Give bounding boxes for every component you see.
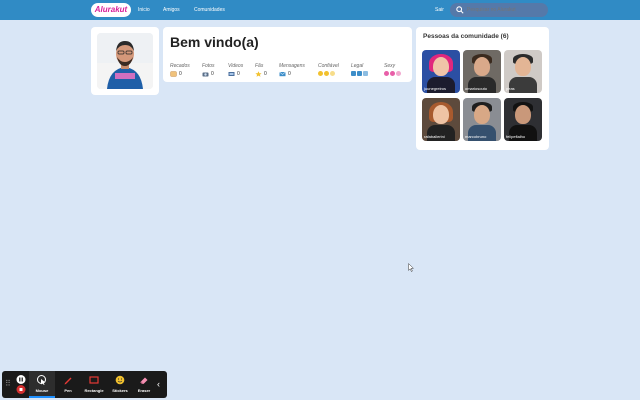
profile-photo-icon	[97, 33, 153, 89]
search-input[interactable]	[467, 5, 545, 15]
member-card[interactable]: rafaballerini	[422, 98, 460, 141]
alurakut-logo[interactable]: Alurakut	[91, 3, 131, 17]
member-name: omariosouto	[465, 86, 488, 91]
member-name: felipefialho	[506, 134, 526, 139]
member-name: marcobruno	[465, 134, 487, 139]
mouse-pointer-icon	[37, 375, 46, 385]
annotation-toolbar: ⠿ Mouse Pen Rectangle Stickers Eraser ‹	[2, 371, 167, 398]
mail-icon	[279, 71, 286, 76]
member-card[interactable]: felipefialho	[504, 98, 542, 141]
pen-icon	[64, 377, 72, 385]
tool-label: Mouse	[35, 388, 49, 393]
pause-record-icon[interactable]	[16, 374, 26, 395]
stat-value: 0	[264, 70, 267, 77]
nav-link-inicio[interactable]: Inicio	[138, 6, 150, 14]
search-box[interactable]	[450, 3, 548, 17]
profile-avatar[interactable]	[97, 33, 153, 89]
member-card[interactable]: omariosouto	[463, 50, 501, 93]
drag-handle-icon[interactable]: ⠿	[5, 379, 11, 389]
tool-eraser[interactable]: Eraser	[131, 371, 157, 398]
stat-label: Mensagens	[279, 63, 305, 69]
profile-card	[91, 27, 159, 95]
sticker-icon	[115, 375, 125, 385]
tool-rectangle[interactable]: Rectangle	[81, 371, 107, 398]
member-card[interactable]: marcobruno	[463, 98, 501, 141]
logout-link[interactable]: Sair	[435, 6, 444, 14]
top-navbar: Alurakut Inicio Amigos Comunidades Sair	[0, 0, 640, 20]
search-icon	[456, 6, 464, 14]
stat-value: 0	[211, 70, 214, 77]
video-icon	[228, 71, 235, 76]
member-card[interactable]: juunegreiros	[422, 50, 460, 93]
stat-value: 0	[179, 70, 182, 77]
community-title: Pessoas da comunidade (6)	[423, 33, 509, 40]
collapse-toolbar-icon[interactable]: ‹	[157, 378, 160, 390]
stat-value: 0	[288, 70, 291, 77]
tool-label: Rectangle	[84, 388, 104, 393]
member-name: juunegreiros	[424, 86, 447, 91]
message-icon	[170, 70, 177, 77]
star-icon	[255, 70, 262, 77]
tool-label: Pen	[64, 388, 72, 393]
tool-label: Stickers	[112, 388, 128, 393]
welcome-title: Bem vindo(a)	[170, 34, 259, 50]
mouse-cursor-icon	[408, 263, 414, 272]
nav-link-amigos[interactable]: Amigos	[163, 6, 180, 14]
tool-stickers[interactable]: Stickers	[107, 371, 133, 398]
tool-pen[interactable]: Pen	[55, 371, 81, 398]
member-card[interactable]: peas	[504, 50, 542, 93]
eraser-icon	[140, 377, 148, 384]
camera-icon	[202, 72, 209, 76]
member-name: peas	[506, 86, 515, 91]
community-card: Pessoas da comunidade (6) juunegreiros o…	[416, 27, 549, 150]
stat-mensagens: Mensagens 0	[279, 63, 319, 77]
tool-label: Eraser	[137, 388, 151, 393]
nav-link-comunidades[interactable]: Comunidades	[194, 6, 225, 14]
member-name: rafaballerini	[424, 134, 445, 139]
welcome-card: Bem vindo(a) Recados 0 Fotos 0 Videos 0 …	[163, 27, 412, 82]
tool-mouse[interactable]: Mouse	[29, 371, 55, 398]
rectangle-icon	[89, 376, 99, 384]
stat-value: 0	[237, 70, 240, 77]
